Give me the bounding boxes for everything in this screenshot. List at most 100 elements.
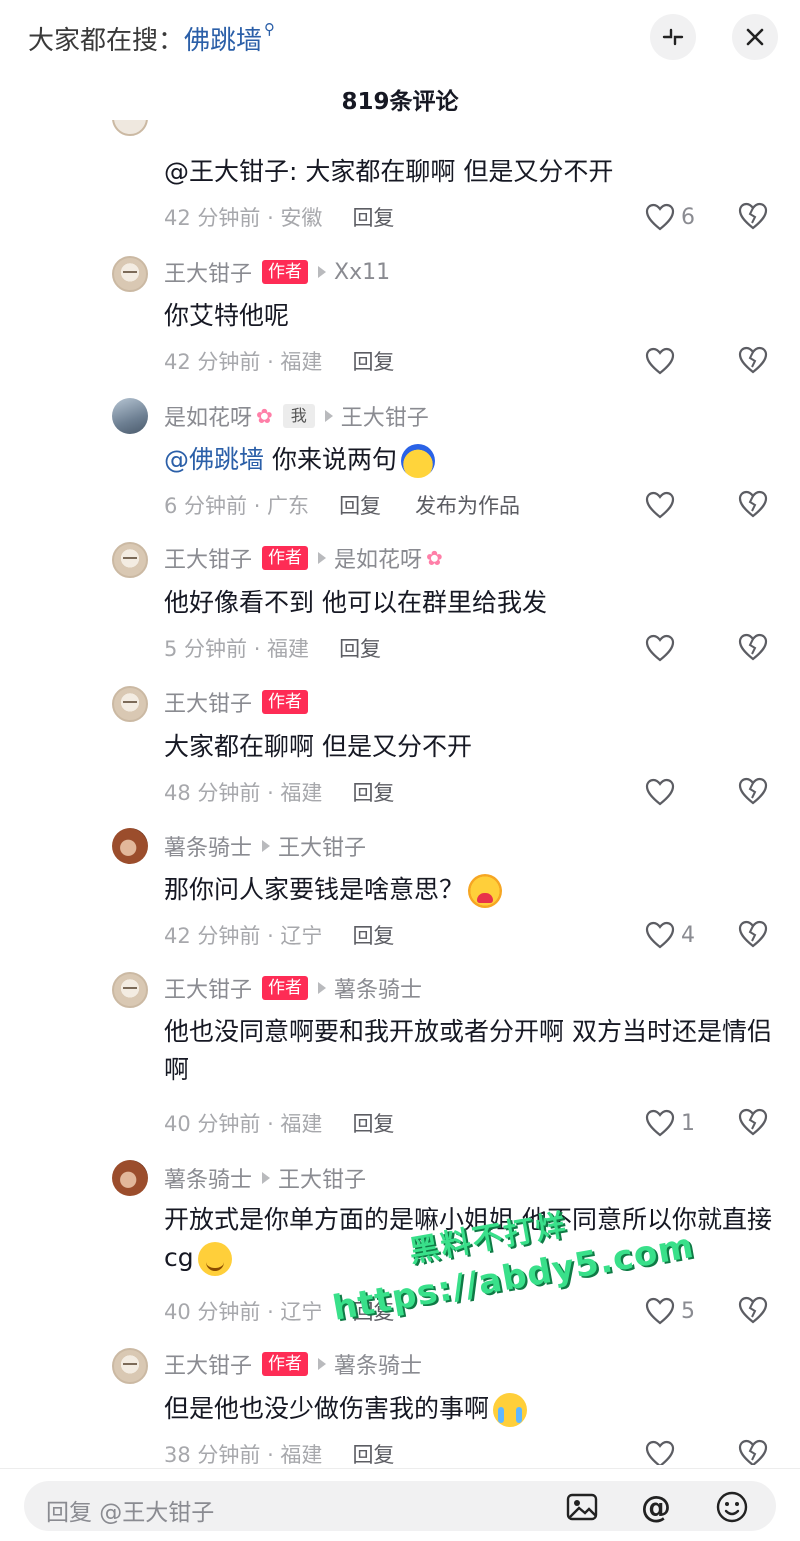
reply-button[interactable]: 回复 <box>352 1296 394 1326</box>
username[interactable]: 薯条骑士 <box>164 830 252 862</box>
avatar[interactable] <box>112 120 148 136</box>
avatar[interactable] <box>112 398 148 434</box>
heart-icon <box>645 1297 675 1325</box>
reply-to-username[interactable]: Xx11 <box>334 260 390 285</box>
at-button[interactable]: @ <box>638 1489 674 1525</box>
reply-to-username[interactable]: 王大钳子 <box>278 830 366 862</box>
time-location: 38 分钟前 · 福建 <box>164 1443 323 1465</box>
reply-input[interactable]: 回复 @王大钳子 @ <box>24 1481 776 1531</box>
reply-arrow-icon <box>262 1172 271 1184</box>
image-button[interactable] <box>564 1489 600 1525</box>
mention-link[interactable]: @佛跳墙 <box>164 445 264 474</box>
time-location: 5 分钟前 · 福建 <box>164 637 310 661</box>
dislike-button[interactable] <box>737 489 769 521</box>
username[interactable]: 是如花呀 <box>164 400 252 432</box>
at-icon: @ <box>641 1489 671 1525</box>
emoji-icon <box>493 1393 528 1427</box>
like-button[interactable] <box>645 776 675 808</box>
search-term[interactable]: 佛跳墙 <box>184 26 262 56</box>
comment-text: 你艾特他呢 <box>164 301 290 330</box>
comment-count: 819条评论 <box>341 89 459 115</box>
comment-text: 那你问人家要钱是啥意思？ <box>164 871 774 909</box>
avatar[interactable] <box>112 542 148 578</box>
like-count: 6 <box>681 204 695 230</box>
like-button[interactable]: 5 <box>645 1295 695 1327</box>
broken-heart-icon <box>738 777 768 805</box>
avatar[interactable] <box>112 256 148 292</box>
time-location: 6 分钟前 · 广东 <box>164 494 310 518</box>
reply-button[interactable]: 回复 <box>352 1108 394 1138</box>
username[interactable]: 王大钳子 <box>164 542 252 574</box>
heart-icon <box>645 491 675 519</box>
dislike-button[interactable] <box>737 345 769 377</box>
avatar[interactable] <box>112 972 148 1008</box>
username[interactable]: 薯条骑士 <box>164 1162 252 1194</box>
avatar[interactable] <box>112 686 148 722</box>
username[interactable]: 王大钳子 <box>164 686 252 718</box>
reply-button[interactable]: 回复 <box>352 202 394 232</box>
like-count: 5 <box>681 1298 695 1324</box>
reply-to-username[interactable]: 薯条骑士 <box>334 1348 422 1380</box>
like-button[interactable]: 6 <box>645 201 695 233</box>
comment-text: 他也没同意啊要和我开放或者分开啊 双方当时还是情侣啊 <box>164 1017 772 1084</box>
broken-heart-icon <box>738 633 768 661</box>
collapse-icon <box>662 28 684 46</box>
reply-to-username[interactable]: 王大钳子 <box>341 400 429 432</box>
publish-as-work-button[interactable]: 发布为作品 <box>415 490 520 520</box>
dislike-button[interactable] <box>737 776 769 808</box>
reply-to-username[interactable]: 是如花呀 <box>334 542 422 574</box>
dislike-button[interactable] <box>737 919 769 951</box>
search-prefix: 大家都在搜： <box>28 26 185 56</box>
reply-bar: 回复 @王大钳子 @ <box>0 1468 800 1541</box>
comment-body: 开放式是你单方面的是嘛小姐姐 他不同意所以你就直接cg <box>164 1205 772 1272</box>
like-button[interactable]: 4 <box>645 919 695 951</box>
time-location: 48 分钟前 · 福建 <box>164 781 323 805</box>
reply-button[interactable]: 回复 <box>352 1439 394 1465</box>
reply-to-username[interactable]: 薯条骑士 <box>334 972 422 1004</box>
time-location: 40 分钟前 · 辽宁 <box>164 1300 323 1324</box>
dislike-button[interactable] <box>737 201 769 233</box>
username[interactable]: 王大钳子 <box>164 1348 252 1380</box>
comment-list[interactable]: @王大钳子: 大家都在聊啊 但是又分不开 42 分钟前 · 安徽 回复 6 王大… <box>0 120 800 1465</box>
like-button[interactable] <box>645 1438 675 1465</box>
username[interactable]: 王大钳子 <box>164 972 252 1004</box>
comment-header: 王大钳子 作者 Xx11 <box>164 256 390 288</box>
heart-icon <box>645 778 675 806</box>
dislike-button[interactable] <box>737 1295 769 1327</box>
dislike-button[interactable] <box>737 632 769 664</box>
broken-heart-icon <box>738 346 768 374</box>
comment-header: 是如花呀 ✿ 我 王大钳子 <box>164 400 429 432</box>
comment-header: 王大钳子 作者 薯条骑士 <box>164 972 422 1004</box>
reply-button[interactable]: 回复 <box>339 490 381 520</box>
username[interactable]: 王大钳子 <box>164 256 252 288</box>
close-button[interactable] <box>732 14 778 60</box>
collapse-button[interactable] <box>650 14 696 60</box>
comment-text: @王大钳子: 大家都在聊啊 但是又分不开 <box>164 157 614 186</box>
emoji-button[interactable] <box>714 1489 750 1525</box>
reply-button[interactable]: 回复 <box>352 920 394 950</box>
search-suggestion[interactable]: 大家都在搜：佛跳墙 ⚲ <box>28 20 275 57</box>
flower-icon: ✿ <box>426 546 443 570</box>
comment-header: 王大钳子 作者 薯条骑士 <box>164 1348 422 1380</box>
avatar[interactable] <box>112 1348 148 1384</box>
broken-heart-icon <box>738 490 768 518</box>
like-button[interactable] <box>645 632 675 664</box>
author-badge: 作者 <box>262 976 309 1000</box>
image-icon <box>566 1493 598 1521</box>
reply-button[interactable]: 回复 <box>352 777 394 807</box>
comment-body: 你来说两句 <box>264 445 397 474</box>
comment-meta: 42 分钟前 · 福建 回复 <box>164 346 394 376</box>
reply-button[interactable]: 回复 <box>352 346 394 376</box>
avatar[interactable] <box>112 828 148 864</box>
dislike-button[interactable] <box>737 1438 769 1465</box>
reply-to-username[interactable]: 王大钳子 <box>278 1162 366 1194</box>
reply-button[interactable]: 回复 <box>339 633 381 663</box>
avatar[interactable] <box>112 1160 148 1196</box>
like-button[interactable]: 1 <box>645 1107 695 1139</box>
like-button[interactable] <box>645 345 675 377</box>
top-bar: 大家都在搜：佛跳墙 ⚲ <box>0 0 800 76</box>
comment-meta: 40 分钟前 · 辽宁 回复 <box>164 1296 394 1326</box>
dislike-button[interactable] <box>737 1107 769 1139</box>
comment-meta: 5 分钟前 · 福建 回复 <box>164 633 381 663</box>
like-button[interactable] <box>645 489 675 521</box>
